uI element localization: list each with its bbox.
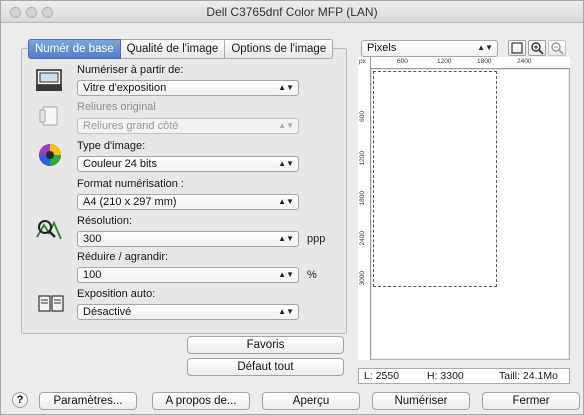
window-title: Dell C3765dnf Color MFP (LAN) (206, 5, 378, 19)
color-wheel-icon (39, 144, 61, 166)
select-arrows-icon: ▲▼ (278, 307, 294, 316)
resolution-value: 300 (83, 233, 102, 245)
binding-icon (39, 106, 58, 126)
select-arrows-icon: ▲▼ (278, 197, 294, 206)
scan-area-marquee[interactable] (373, 71, 497, 287)
left-tick-label: 600 (359, 111, 366, 122)
help-button[interactable]: ? (12, 392, 28, 408)
select-arrows-icon: ▲▼ (278, 159, 294, 168)
scan-from-value: Vitre d'exposition (83, 82, 167, 94)
select-arrows-icon: ▲▼ (278, 83, 294, 92)
auto-exposure-label: Exposition auto: (77, 288, 156, 300)
image-type-value: Couleur 24 bits (83, 158, 157, 170)
resolution-magnifier-icon (36, 220, 62, 240)
zoom-in-icon (531, 42, 544, 55)
scan-format-value: A4 (210 x 297 mm) (83, 196, 177, 208)
left-tick-label: 1200 (359, 151, 366, 166)
exposure-icon (38, 295, 64, 312)
select-arrows-icon: ▲▼ (278, 270, 294, 279)
scanner-window: Dell C3765dnf Color MFP (LAN) Numér de b… (0, 0, 584, 415)
zoom-out-tool[interactable] (548, 40, 566, 56)
reduce-enlarge-select[interactable]: 100 ▲▼ (77, 267, 299, 283)
left-tick-label: 1800 (359, 191, 366, 206)
tab-bar: Numér de base Qualité de l'image Options… (28, 39, 334, 59)
settings-button[interactable]: Paramètres... (39, 392, 137, 410)
auto-exposure-select[interactable]: Désactivé ▲▼ (77, 304, 299, 320)
left-ruler (358, 57, 371, 360)
scan-from-label: Numériser à partir de: (77, 64, 184, 76)
top-tick-label: 1200 (437, 58, 452, 65)
resolution-label: Résolution: (77, 215, 133, 227)
top-tick-label: 2400 (517, 58, 532, 65)
scan-format-select[interactable]: A4 (210 x 297 mm) ▲▼ (77, 194, 299, 210)
file-size-readout: Taill: 24.1Mo (499, 370, 558, 382)
image-type-label: Type d'image: (77, 140, 146, 152)
width-readout: L: 2550 (364, 370, 400, 382)
top-tick-label: 1800 (477, 58, 492, 65)
left-tick-label: 3000 (359, 271, 366, 286)
select-area-tool[interactable] (508, 40, 526, 56)
tab-basic[interactable]: Numér de base (28, 39, 121, 59)
resolution-unit: ppp (307, 233, 326, 245)
title-bar: Dell C3765dnf Color MFP (LAN) (1, 1, 583, 23)
scan-button[interactable]: Numériser (372, 392, 470, 410)
scan-from-select[interactable]: Vitre d'exposition ▲▼ (77, 80, 299, 96)
scan-format-label: Format numérisation : (77, 178, 184, 190)
default-all-button[interactable]: Défaut tout (187, 358, 344, 376)
select-arrows-icon: ▲▼ (278, 234, 294, 243)
select-arrows-icon: ▲▼ (477, 43, 493, 52)
tab-image-options[interactable]: Options de l'image (225, 39, 334, 59)
image-type-select[interactable]: Couleur 24 bits ▲▼ (77, 156, 299, 172)
unit-select-value: Pixels (367, 42, 397, 54)
close-button[interactable]: Fermer (482, 392, 580, 410)
reduce-enlarge-unit: % (307, 269, 317, 281)
reduce-enlarge-value: 100 (83, 269, 102, 281)
height-readout: H: 3300 (427, 370, 464, 382)
ruler-unit-label: px (359, 58, 366, 65)
size-status-bar: L: 2550 H: 3300 Taill: 24.1Mo (358, 368, 570, 384)
about-button[interactable]: A propos de... (152, 392, 250, 410)
binding-label: Reliures original (77, 101, 156, 113)
auto-exposure-value: Désactivé (83, 306, 132, 318)
reduce-enlarge-label: Réduire / agrandir: (77, 251, 169, 263)
tab-image-quality[interactable]: Qualité de l'image (120, 39, 226, 59)
select-arrows-icon: ▲▼ (278, 121, 294, 130)
left-tick-label: 2400 (359, 231, 366, 246)
favorites-button[interactable]: Favoris (187, 336, 344, 354)
marquee-icon (511, 42, 523, 54)
zoom-in-tool[interactable] (528, 40, 546, 56)
zoom-out-icon (551, 42, 564, 55)
binding-select[interactable]: Reliures grand côté ▲▼ (77, 118, 299, 134)
binding-value: Reliures grand côté (83, 120, 179, 132)
resolution-select[interactable]: 300 ▲▼ (77, 231, 299, 247)
top-tick-label: 600 (397, 58, 408, 65)
unit-select[interactable]: Pixels ▲▼ (361, 40, 498, 57)
scanner-icon (36, 69, 62, 91)
preview-button[interactable]: Aperçu (262, 392, 360, 410)
top-ruler (358, 57, 570, 69)
